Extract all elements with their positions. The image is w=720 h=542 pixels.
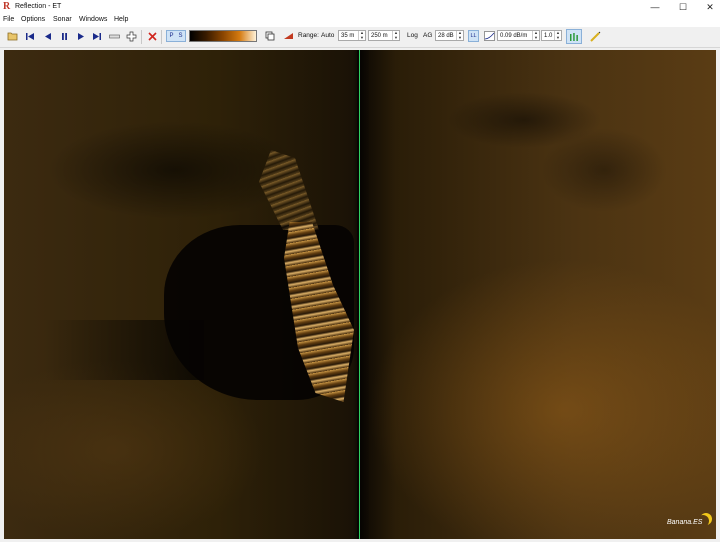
spinner-arrows-icon[interactable]: ▲ ▼ — [554, 30, 561, 40]
sonar-image-view[interactable] — [4, 50, 716, 539]
app-logo-icon: R — [3, 1, 11, 12]
pause-icon[interactable] — [58, 30, 70, 42]
range-near-spinner[interactable]: 35 m ▲ ▼ — [338, 30, 366, 41]
ll-label: LL — [470, 33, 477, 39]
gain-spinner[interactable]: 28 dB ▲ ▼ — [435, 30, 464, 41]
measure-ruler-icon[interactable] — [108, 30, 120, 42]
skip-to-start-icon[interactable] — [24, 30, 36, 42]
menu-windows[interactable]: Windows — [79, 16, 107, 23]
skip-to-end-icon[interactable] — [91, 30, 103, 42]
range-near-value: 35 m — [341, 33, 355, 39]
signal-gain-icon[interactable] — [282, 30, 294, 42]
menu-sonar[interactable]: Sonar — [53, 16, 72, 23]
toolbar-divider — [161, 30, 162, 44]
step-back-icon[interactable] — [41, 30, 53, 42]
menu-help[interactable]: Help — [114, 16, 128, 23]
port-starboard-toggle[interactable]: P S — [166, 30, 186, 42]
range-label: Range: — [298, 32, 319, 39]
window-title: Reflection - ET — [15, 3, 62, 10]
range-far-value: 250 m — [371, 33, 388, 39]
attenuation-value: 0.09 dB/m — [500, 33, 528, 39]
gain-value: 28 dB — [438, 33, 454, 39]
close-button[interactable]: ✕ — [697, 0, 720, 14]
highlight-toggle-button[interactable] — [566, 29, 582, 44]
minimize-button[interactable]: — — [642, 0, 668, 14]
debris-field — [259, 150, 319, 230]
toolbar: P S Range: Auto 35 m ▲ ▼ 250 m ▲ ▼ Log AG … — [0, 27, 720, 48]
port-label[interactable]: P — [167, 31, 176, 41]
spinner-arrows-icon[interactable]: ▲ ▼ — [358, 30, 365, 40]
track-center-line — [359, 50, 360, 539]
spinner-arrows-icon[interactable]: ▲ ▼ — [456, 30, 463, 40]
factor-value: 1.0 — [544, 33, 553, 39]
tvg-curve-icon[interactable] — [483, 30, 495, 42]
pen-annotate-icon[interactable] — [589, 30, 601, 42]
ag-label: AG — [423, 32, 433, 39]
menu-bar: File Options Sonar Windows Help — [0, 14, 720, 27]
watermark-moon-icon — [697, 515, 709, 527]
play-icon[interactable] — [74, 30, 86, 42]
starboard-label[interactable]: S — [176, 31, 185, 41]
window-layout-icon[interactable] — [264, 30, 276, 42]
ll-toggle-button[interactable]: LL — [468, 30, 479, 42]
attenuation-spinner[interactable]: 0.09 dB/m ▲ ▼ — [497, 30, 540, 41]
log-label: Log — [407, 32, 418, 39]
open-file-icon[interactable] — [6, 30, 18, 42]
title-bar: R Reflection - ET — ☐ ✕ — [0, 0, 720, 14]
maximize-button[interactable]: ☐ — [670, 0, 696, 14]
range-far-spinner[interactable]: 250 m ▲ ▼ — [368, 30, 400, 41]
spinner-arrows-icon[interactable]: ▲ ▼ — [392, 30, 399, 40]
add-target-icon[interactable] — [125, 30, 137, 42]
menu-options[interactable]: Options — [21, 16, 45, 23]
color-palette-selector[interactable] — [189, 30, 257, 42]
spinner-arrows-icon[interactable]: ▲ ▼ — [532, 30, 539, 40]
menu-file[interactable]: File — [3, 16, 14, 23]
factor-spinner[interactable]: 1.0 ▲ ▼ — [541, 30, 562, 41]
equalizer-icon — [570, 32, 578, 41]
toolbar-divider — [141, 30, 142, 44]
delete-icon[interactable] — [146, 30, 158, 42]
auto-label: Auto — [321, 32, 335, 39]
